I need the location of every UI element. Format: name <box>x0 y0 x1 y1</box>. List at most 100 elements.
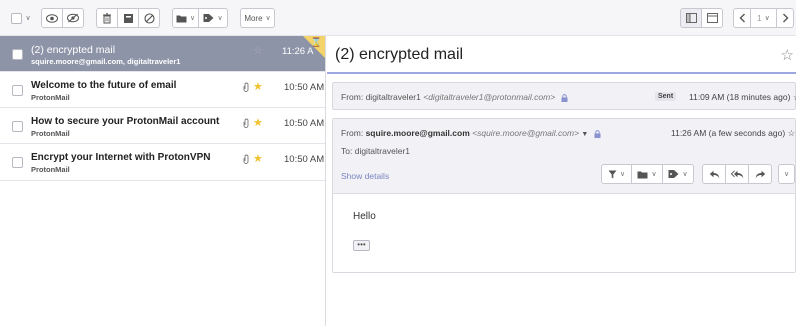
archive-icon <box>123 13 133 23</box>
list-item[interactable]: (2) encrypted mail squire.moore@gmail.co… <box>0 36 325 72</box>
list-item[interactable]: Encrypt your Internet with ProtonVPN Pro… <box>0 144 325 181</box>
lock-icon <box>594 129 601 138</box>
chevron-down-icon: ∨ <box>651 171 657 178</box>
forward-icon <box>755 170 765 178</box>
conversation-title: (2) encrypted mail <box>335 46 464 63</box>
star-icon[interactable]: ★ <box>253 80 263 93</box>
conversation-header: (2) encrypted mail ☆ <box>327 36 796 74</box>
show-quoted-button[interactable]: ••• <box>353 240 370 251</box>
message-time: 10:50 AM <box>284 82 325 93</box>
chevron-right-icon <box>782 13 788 23</box>
message-to: To: digitaltraveler1 <box>341 146 410 156</box>
spam-button[interactable] <box>138 8 160 28</box>
move-to-folder-button[interactable]: ∨ <box>172 8 199 28</box>
message-subject: Welcome to the future of email <box>31 80 177 91</box>
message-timestamp: 11:09 AM (18 minutes ago) ☆ <box>689 92 796 103</box>
message-time: 10:50 AM <box>284 154 325 165</box>
caret-down-icon[interactable]: ▼ <box>581 131 588 138</box>
chevron-down-icon: ∨ <box>217 15 223 22</box>
paperclip-icon <box>243 118 249 128</box>
row-checkbox[interactable] <box>12 157 23 168</box>
message-header: From: squire.moore@gmail.com <squire.moo… <box>333 119 795 194</box>
hourglass-icon: ⌛ <box>310 37 322 47</box>
checkbox-icon <box>11 12 23 24</box>
more-button[interactable]: More ∨ <box>240 8 275 28</box>
star-icon[interactable]: ☆ <box>253 44 263 57</box>
pagination-dropdown[interactable]: 1 ∨ <box>750 8 777 28</box>
more-label: More <box>244 13 263 23</box>
page-number: 1 <box>757 13 762 23</box>
toolbar: ∨ ∨ ∨ More ∨ 1 ∨ <box>0 0 796 36</box>
reply-all-button[interactable] <box>725 164 749 184</box>
move-to-folder-button[interactable]: ∨ <box>631 164 663 184</box>
message-list: (2) encrypted mail squire.moore@gmail.co… <box>0 36 326 326</box>
from-label: From: <box>341 92 364 102</box>
star-icon[interactable]: ★ <box>253 116 263 129</box>
row-checkbox[interactable] <box>12 49 23 60</box>
message-collapsed[interactable]: From: digitaltraveler1 <digitaltraveler1… <box>332 82 796 110</box>
message-body: Hello <box>353 211 376 222</box>
message-subject: Encrypt your Internet with ProtonVPN <box>31 152 211 163</box>
next-page-button[interactable] <box>776 8 794 28</box>
row-layout-button[interactable] <box>701 8 723 28</box>
chevron-down-icon: ∨ <box>682 171 688 178</box>
trash-icon <box>103 12 111 23</box>
reply-icon <box>709 170 719 178</box>
message-sender: ProtonMail <box>31 93 70 102</box>
row-checkbox[interactable] <box>12 121 23 132</box>
filter-icon <box>608 170 617 178</box>
reader-pane: (2) encrypted mail ☆ From: digitaltravel… <box>327 36 796 326</box>
from-email: <squire.moore@gmail.com> <box>472 128 580 138</box>
label-button[interactable]: ∨ <box>662 164 694 184</box>
chevron-down-icon: ∨ <box>619 171 626 178</box>
list-item[interactable]: How to secure your ProtonMail account Pr… <box>0 108 325 144</box>
message-subject: How to secure your ProtonMail account <box>31 116 220 127</box>
rows-icon <box>706 13 718 23</box>
mark-unread-button[interactable] <box>62 8 84 28</box>
star-icon[interactable]: ☆ <box>788 128 796 138</box>
from-name: digitaltraveler1 <box>365 92 421 102</box>
previous-page-button[interactable] <box>733 8 751 28</box>
folder-icon <box>176 15 187 22</box>
chevron-down-icon: ∨ <box>25 15 31 22</box>
archive-button[interactable] <box>117 8 139 28</box>
from-name[interactable]: squire.moore@gmail.com <box>366 128 470 138</box>
message-from: From: digitaltraveler1 <digitaltraveler1… <box>341 92 568 102</box>
reply-all-icon <box>730 169 743 178</box>
paperclip-icon <box>243 82 249 92</box>
timestamp-text: 11:09 AM (18 minutes ago) <box>689 92 791 102</box>
message-from: From: squire.moore@gmail.com <squire.moo… <box>341 128 601 138</box>
block-icon <box>143 12 155 24</box>
paperclip-icon <box>243 154 249 164</box>
star-icon[interactable]: ☆ <box>781 46 794 64</box>
lock-icon <box>561 93 568 102</box>
row-checkbox[interactable] <box>12 85 23 96</box>
reply-button[interactable] <box>702 164 726 184</box>
message-expanded: From: squire.moore@gmail.com <squire.moo… <box>332 118 796 273</box>
message-time: 10:50 AM <box>284 118 325 129</box>
eye-icon <box>46 13 58 23</box>
column-layout-button[interactable] <box>680 8 702 28</box>
more-actions-button[interactable]: ∨ <box>778 164 795 184</box>
folder-icon <box>637 171 648 178</box>
message-sender: squire.moore@gmail.com, digitaltraveler1 <box>31 57 181 66</box>
chevron-left-icon <box>739 13 745 23</box>
message-timestamp: 11:26 AM (a few seconds ago) ☆ <box>671 128 795 139</box>
trash-button[interactable] <box>96 8 118 28</box>
message-sender: ProtonMail <box>31 129 70 138</box>
label-button[interactable]: ∨ <box>198 8 228 28</box>
message-sender: ProtonMail <box>31 165 70 174</box>
from-email: <digitaltraveler1@protonmail.com> <box>423 92 556 102</box>
select-all-checkbox[interactable]: ∨ <box>9 8 33 28</box>
list-item[interactable]: Welcome to the future of email ProtonMai… <box>0 72 325 108</box>
tag-icon <box>668 170 679 178</box>
chevron-down-icon: ∨ <box>265 15 271 22</box>
message-subject: (2) encrypted mail <box>31 44 116 56</box>
mark-read-button[interactable] <box>41 8 63 28</box>
forward-button[interactable] <box>748 164 772 184</box>
show-details-link[interactable]: Show details <box>341 171 389 181</box>
eye-slash-icon <box>67 13 79 23</box>
filter-button[interactable]: ∨ <box>601 164 632 184</box>
star-icon[interactable]: ★ <box>253 152 263 165</box>
timestamp-text: 11:26 AM (a few seconds ago) <box>671 128 786 138</box>
